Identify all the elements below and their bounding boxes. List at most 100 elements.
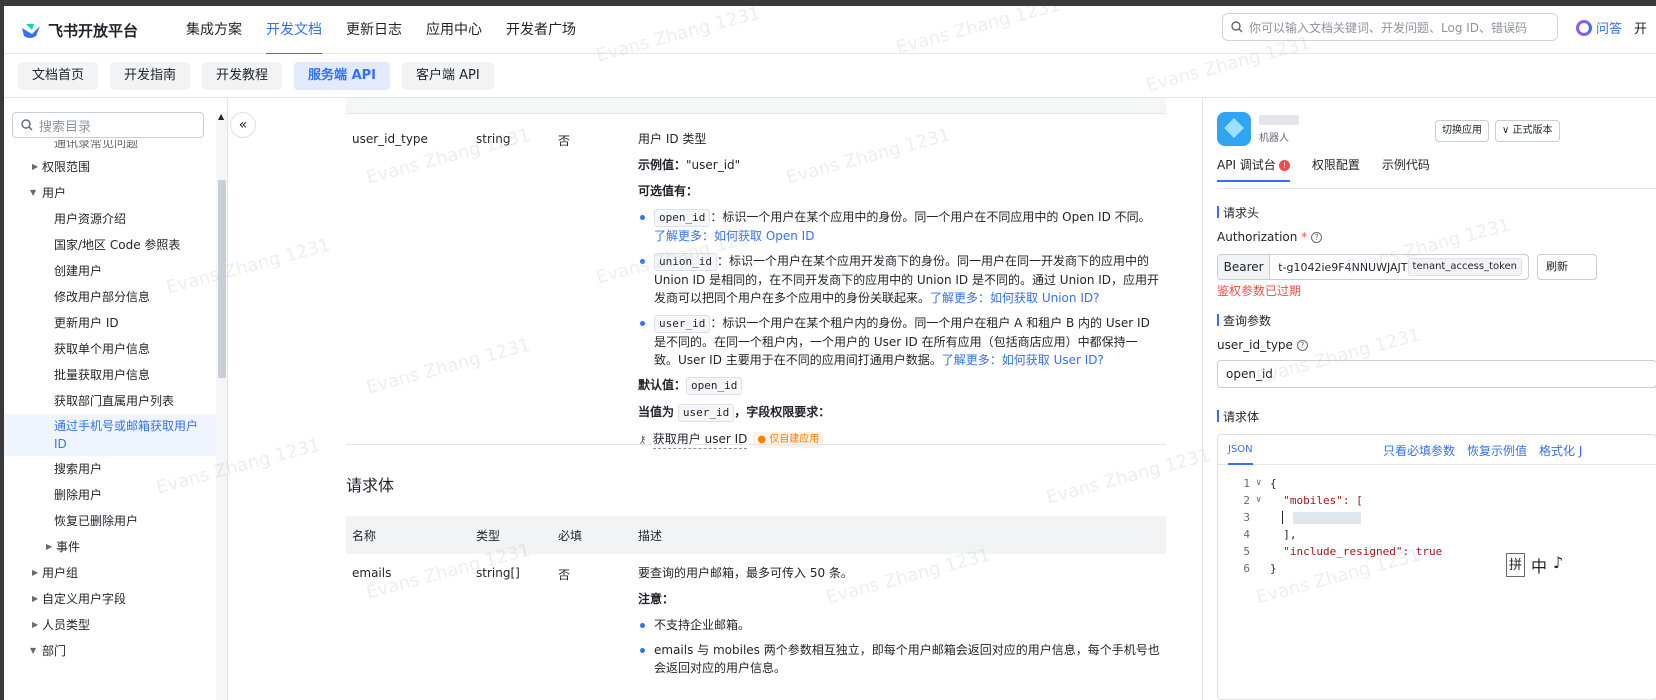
nav-item-community[interactable]: 开发者广场 (494, 6, 588, 54)
code-chip: union_id (654, 253, 717, 271)
self-built-app-badge: ● 仅自建应用 (753, 431, 824, 448)
token-type-select[interactable]: tenant_access_token (1407, 258, 1522, 276)
param-desc-text: 要查询的用户邮箱，最多可传入 50 条。 (638, 566, 853, 580)
tree-item[interactable]: 删除用户 (4, 482, 216, 508)
ask-button[interactable]: 问答 开 (1576, 18, 1647, 37)
learn-more-link[interactable]: 了解更多：如何获取 User ID? (942, 353, 1104, 367)
tree-item[interactable]: 搜索用户 (4, 456, 216, 482)
key-icon: ⚷ (638, 432, 647, 447)
doc-sidebar: 搜索目录 通讯录常见问题 ▶ 权限范围 ▼ 用户 用户资源介绍 国家/地区 Code… (4, 98, 228, 700)
scroll-up-icon[interactable]: ▲ (218, 112, 224, 121)
json-editor[interactable]: JSON 只看必填参数 恢复示例值 格式化 J 1 ∨ { 2 ∨ "mobiles"… (1217, 434, 1656, 700)
tree-item[interactable]: 国家/地区 Code 参照表 (4, 232, 216, 258)
note-label: 注意： (638, 592, 675, 606)
ime-chinese-icon[interactable]: 中 (1531, 553, 1547, 577)
param-title: 用户 ID 类型 (638, 132, 707, 146)
format-json-button[interactable]: 格式化 J (1539, 442, 1582, 459)
tree-item-permission[interactable]: ▶ 权限范围 (4, 154, 216, 180)
param-row-user-id-type: user_id_type string 否 用户 ID 类型 示例值："user… (346, 114, 1166, 449)
permission-requirement: ⚷ 获取用户 user ID ● 仅自建应用 (638, 430, 1160, 449)
collapse-sidebar-button[interactable]: « (230, 112, 256, 138)
tree-item[interactable]: 更新用户 ID (4, 310, 216, 336)
tab-permissions[interactable]: 权限配置 (1312, 156, 1360, 182)
restore-example-button[interactable]: 恢复示例值 (1467, 442, 1527, 459)
when-prefix: 当值为 (638, 405, 675, 419)
query-label-text: user_id_type (1217, 338, 1293, 352)
param-required: 否 (558, 134, 571, 148)
tree-item-usergroup[interactable]: ▶ 用户组 (4, 560, 216, 586)
nav-item-changelog[interactable]: 更新日志 (334, 6, 414, 54)
subnav-tab-client-api[interactable]: 客户端 API (402, 62, 494, 90)
code-text (1270, 509, 1361, 526)
param-type: string (476, 132, 511, 146)
required-mark: * (1301, 230, 1308, 244)
refresh-token-button[interactable]: 刷新 (1537, 254, 1597, 280)
subnav-tab-home[interactable]: 文档首页 (18, 62, 99, 90)
ime-extra-icon[interactable]: ♪ (1553, 553, 1563, 577)
nav-item-docs[interactable]: 开发文档 (254, 6, 334, 55)
code-chip: open_id (654, 209, 711, 227)
tree-item[interactable]: 批量获取用户信息 (4, 362, 216, 388)
doc-content: user_id_type string 否 用户 ID 类型 示例值："user… (234, 98, 1198, 700)
required-only-button[interactable]: 只看必填参数 (1383, 442, 1455, 459)
query-param-label: user_id_type ? (1217, 338, 1308, 352)
learn-more-link[interactable]: 了解更多：如何获取 Open ID (654, 229, 814, 243)
tree-item-department[interactable]: ▼ 部门 (4, 638, 216, 664)
subnav-tab-tutorial[interactable]: 开发教程 (202, 62, 283, 90)
tree-item[interactable]: 获取部门直属用户列表 (4, 388, 216, 414)
tree-item-custom-fields[interactable]: ▶ 自定义用户字段 (4, 586, 216, 612)
fold-icon[interactable]: ∨ (1256, 475, 1261, 492)
ime-pinyin-icon[interactable]: 拼 (1506, 553, 1526, 577)
help-icon[interactable]: ? (1296, 340, 1308, 351)
catalog-search-input[interactable]: 搜索目录 (12, 112, 204, 138)
version-label: 正式版本 (1512, 125, 1553, 136)
app-role: 机器人 (1259, 132, 1289, 144)
help-icon[interactable]: ? (1311, 232, 1323, 243)
code-line: 5 "include_resigned": true (1218, 543, 1656, 560)
example-value: "user_id" (686, 158, 741, 172)
caret-right-icon: ▶ (32, 568, 39, 577)
user-id-type-input[interactable]: open_id (1217, 360, 1656, 388)
param-required: 否 (558, 568, 571, 582)
tree-item-employee-type[interactable]: ▶ 人员类型 (4, 612, 216, 638)
version-select[interactable]: ∨ 正式版本 (1495, 120, 1560, 142)
tree-item-selected[interactable]: 通过手机号或邮箱获取用户 ID (4, 414, 216, 456)
param-name: user_id_type (352, 132, 428, 146)
tree-item-user[interactable]: ▼ 用户 (4, 180, 216, 206)
ime-toolbar[interactable]: 拼 中 ♪ (1506, 553, 1563, 577)
nav-item-app-center[interactable]: 应用中心 (414, 6, 494, 54)
tree-item[interactable]: 用户资源介绍 (4, 206, 216, 232)
tab-sample-code[interactable]: 示例代码 (1382, 156, 1430, 182)
tree-item[interactable]: 通讯录常见问题 (4, 140, 216, 154)
double-chevron-left-icon: « (238, 117, 248, 133)
search-placeholder: 你可以输入文档关键词、开发问题、Log ID、错误码 (1249, 20, 1528, 35)
caret-right-icon: ▶ (32, 162, 39, 171)
more-label[interactable]: 开 (1634, 18, 1647, 37)
tree-item-label: 权限范围 (42, 160, 91, 174)
json-tab[interactable]: JSON (1228, 435, 1253, 465)
logo-title: 飞书开放平台 (48, 22, 139, 40)
tree-item[interactable]: 修改用户部分信息 (4, 284, 216, 310)
logo[interactable]: 飞书开放平台 (20, 20, 138, 41)
sidebar-scroll-thumb[interactable] (218, 180, 226, 378)
subnav-tab-server-api[interactable]: 服务端 API (294, 62, 390, 90)
section-divider (346, 444, 1166, 445)
tab-api-console[interactable]: API 调试台! (1217, 156, 1290, 182)
tree-item-label: 用户组 (42, 566, 79, 580)
tree-item-events[interactable]: ▶ 事件 (4, 534, 216, 560)
subnav-tab-guide[interactable]: 开发指南 (110, 62, 191, 90)
tree-item[interactable]: 获取单个用户信息 (4, 336, 216, 362)
sidebar-scrollbar[interactable]: ▲ (216, 112, 227, 700)
code-text: { (1270, 477, 1277, 490)
switch-app-button[interactable]: 切换应用 (1435, 120, 1489, 142)
fold-icon[interactable]: ∨ (1256, 492, 1261, 509)
doc-search-input[interactable]: 你可以输入文档关键词、开发问题、Log ID、错误码 (1222, 13, 1558, 41)
tree-item[interactable]: 创建用户 (4, 258, 216, 284)
token-value[interactable]: t-g1042ie9F4NNUWJAJT (1270, 261, 1407, 274)
tree-item[interactable]: 恢复已删除用户 (4, 508, 216, 534)
catalog-search-placeholder: 搜索目录 (39, 119, 92, 135)
authorization-input[interactable]: Bearer t-g1042ie9F4NNUWJAJT tenant_acces… (1217, 254, 1529, 280)
learn-more-link[interactable]: 了解更多：如何获取 Union ID? (930, 291, 1099, 305)
nav-item-solutions[interactable]: 集成方案 (174, 6, 254, 54)
permission-text[interactable]: 获取用户 user ID (652, 430, 748, 449)
